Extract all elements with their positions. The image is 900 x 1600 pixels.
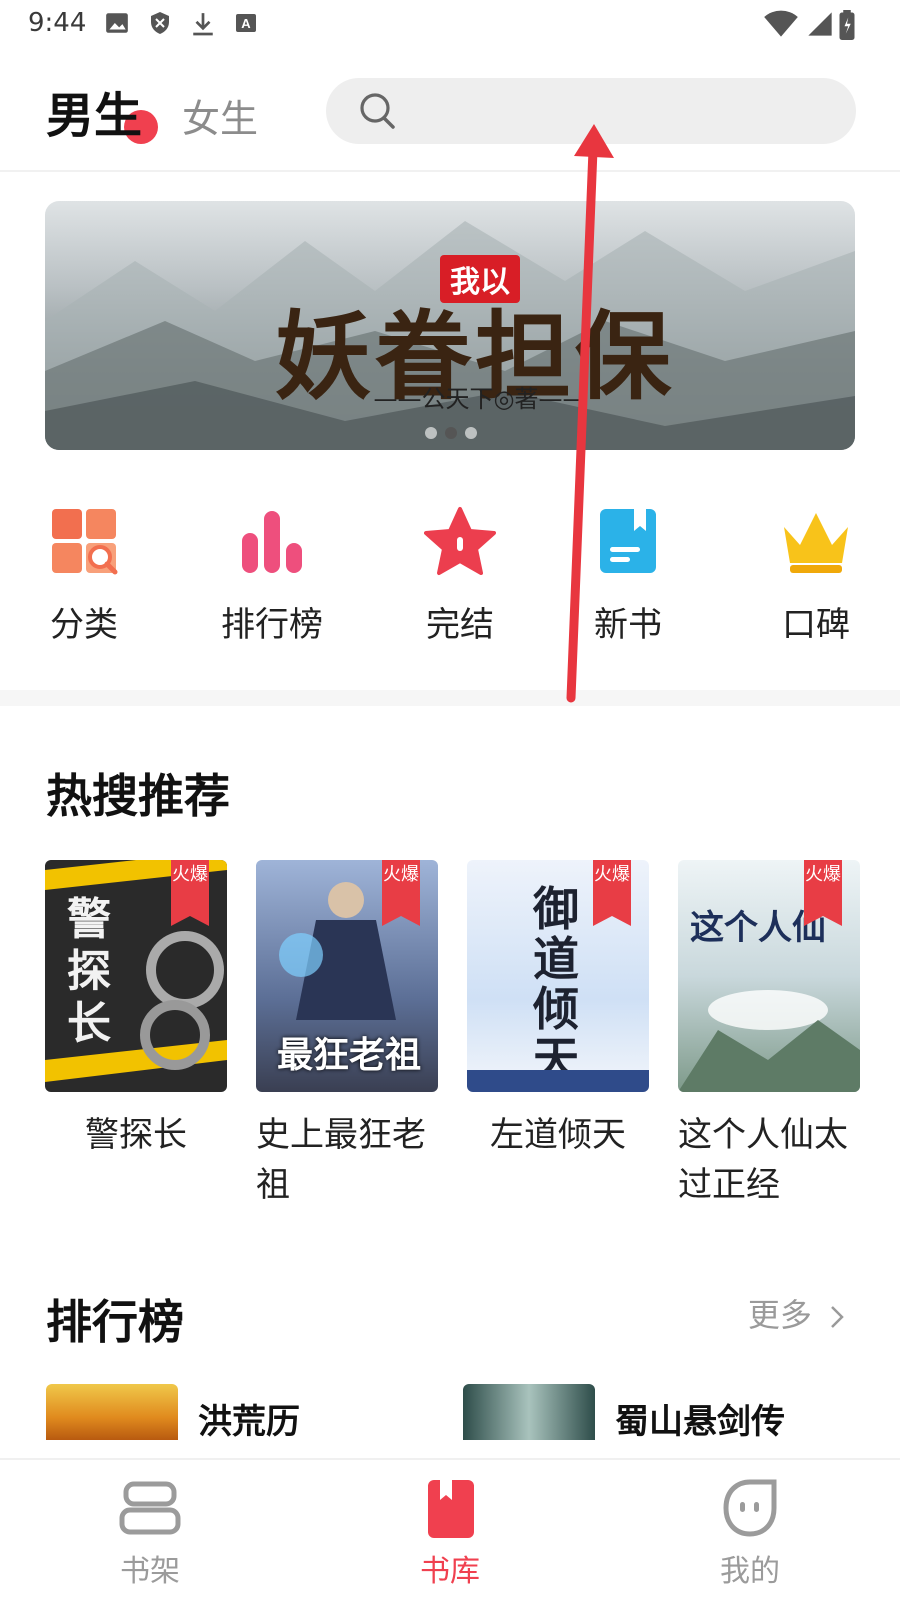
nav-label: 书库 [420, 1554, 480, 1589]
download-icon [193, 13, 213, 36]
svg-text:A: A [241, 16, 251, 31]
book-cover: 御道倾天 火爆 [467, 860, 649, 1092]
rank-item[interactable]: 洪荒历 [46, 1384, 446, 1442]
signal-icon [808, 12, 832, 36]
crown-icon [784, 513, 848, 573]
book-title: 左道倾天 [490, 1115, 626, 1155]
new-book-icon [600, 509, 656, 573]
chevron-right-icon [831, 1306, 844, 1328]
rank-name: 蜀山悬剑传 [615, 1402, 785, 1442]
category-button[interactable]: 分类 [14, 505, 154, 646]
pagination-dot [425, 427, 437, 439]
nav-profile[interactable]: 我的 [690, 1478, 810, 1590]
nav-label: 我的 [720, 1554, 780, 1589]
ranking-icon [242, 511, 302, 573]
battery-icon [839, 10, 855, 40]
category-icon [52, 509, 118, 575]
book-title: 史上最狂老祖 [256, 1115, 426, 1205]
book-card[interactable]: 御道倾天 火爆 左道倾天 [467, 860, 649, 1160]
rank-thumb [463, 1384, 595, 1440]
rank-item[interactable]: 蜀山悬剑传 [463, 1384, 863, 1442]
book-title: 这个人仙太过正经 [678, 1115, 848, 1205]
reputation-button[interactable]: 口碑 [746, 505, 886, 646]
section-divider [0, 690, 900, 706]
book-cover: 最狂老祖 火爆 [256, 860, 438, 1092]
book-title: 警探长 [85, 1115, 187, 1155]
image-icon [106, 13, 128, 33]
more-label: 更多 [747, 1296, 812, 1334]
cover-title: 最狂老祖 [276, 1034, 421, 1076]
ranking-button[interactable]: 排行榜 [202, 505, 342, 646]
shield-icon [151, 12, 169, 34]
book-card[interactable]: 这个人仙 火爆 这个人仙太过正经 [678, 860, 860, 1210]
search-input[interactable] [326, 78, 856, 144]
hot-search-title: 热搜推荐 [46, 769, 230, 823]
rank-thumb [46, 1384, 178, 1440]
status-time: 9:44 [28, 8, 87, 38]
pagination-dot-active [445, 427, 457, 439]
book-card[interactable]: 警探长 火爆 警探长 [45, 860, 227, 1160]
rank-name: 洪荒历 [198, 1402, 300, 1442]
tab-female[interactable]: 女生 [182, 88, 258, 143]
cover-title: 警探长 [67, 894, 111, 1049]
nav-bookshelf[interactable]: 书架 [90, 1478, 210, 1590]
ranking-label: 排行榜 [221, 605, 323, 645]
text-icon: A [236, 14, 256, 32]
completed-label: 完结 [426, 605, 494, 645]
status-bar: 9:44 A [0, 0, 900, 48]
nav-label: 书架 [120, 1554, 180, 1589]
completed-button[interactable]: 完结 [390, 505, 530, 646]
ranking-title: 排行榜 [46, 1295, 184, 1349]
wifi-icon [764, 10, 798, 37]
banner-author: ——公天下◎著—— [373, 385, 587, 413]
hot-badge: 火爆 [171, 860, 209, 926]
profile-icon [723, 1479, 777, 1537]
hot-badge: 火爆 [804, 860, 842, 926]
nav-library[interactable]: 书库 [390, 1478, 510, 1590]
tab-male[interactable]: 男生 [46, 76, 142, 146]
book-cover: 警探长 火爆 [45, 860, 227, 1092]
bookshelf-icon [119, 1481, 181, 1535]
top-header: 男生 女生 [0, 48, 900, 172]
more-link[interactable]: 更多 [748, 1290, 846, 1336]
search-icon [360, 93, 395, 129]
banner-pagination [425, 427, 515, 441]
library-icon [428, 1480, 474, 1538]
book-cover: 这个人仙 火爆 [678, 860, 860, 1092]
bottom-nav: 书架 书库 我的 [0, 1458, 900, 1600]
cover-footer [467, 1070, 649, 1092]
new-book-button[interactable]: 新书 [558, 505, 698, 646]
new-book-label: 新书 [594, 605, 662, 645]
book-card[interactable]: 最狂老祖 火爆 史上最狂老祖 [256, 860, 438, 1210]
promo-banner[interactable]: 我以 妖眷担保 ——公天下◎著—— [45, 201, 855, 450]
hot-badge: 火爆 [382, 860, 420, 926]
reputation-label: 口碑 [782, 605, 850, 645]
cover-title: 御道倾天 [533, 882, 579, 1086]
category-label: 分类 [50, 605, 118, 645]
pagination-dot [465, 427, 477, 439]
hot-badge: 火爆 [593, 860, 631, 926]
star-icon [424, 507, 496, 575]
